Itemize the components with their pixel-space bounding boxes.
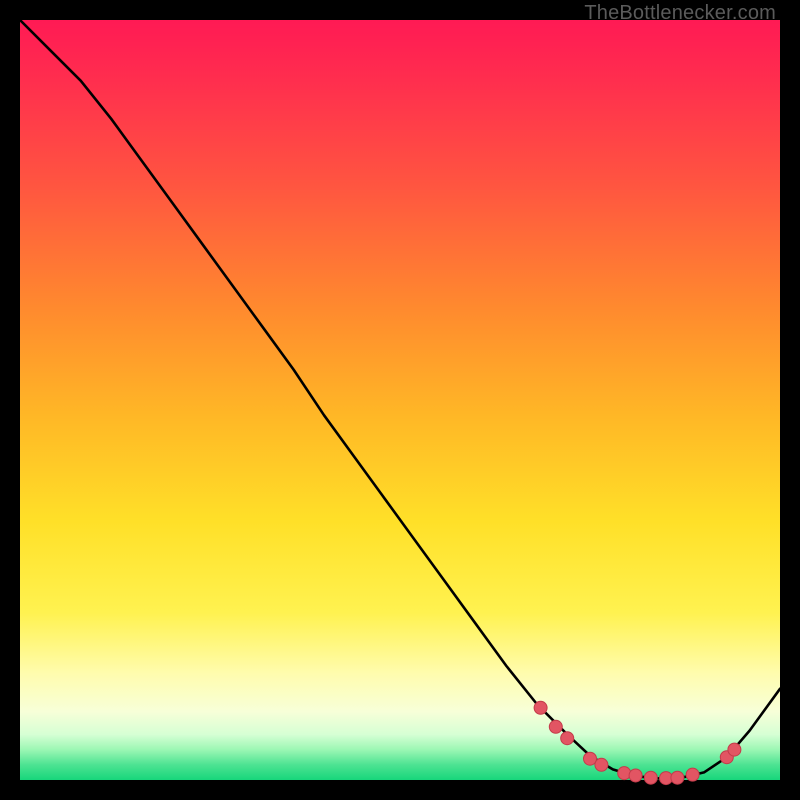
curve-layer [20,20,780,780]
data-marker [629,769,642,782]
data-marker [618,767,631,780]
plot-area [20,20,780,780]
data-marker [686,768,699,781]
data-marker [561,732,574,745]
data-marker [534,701,547,714]
data-marker [595,758,608,771]
bottleneck-curve [20,20,780,778]
watermark-text: TheBottlenecker.com [584,2,776,25]
data-marker [549,720,562,733]
chart-frame: TheBottlenecker.com [0,0,800,800]
data-marker [584,752,597,765]
data-marker [728,743,741,756]
data-marker [644,771,657,784]
data-marker [671,771,684,784]
data-markers [534,701,741,784]
